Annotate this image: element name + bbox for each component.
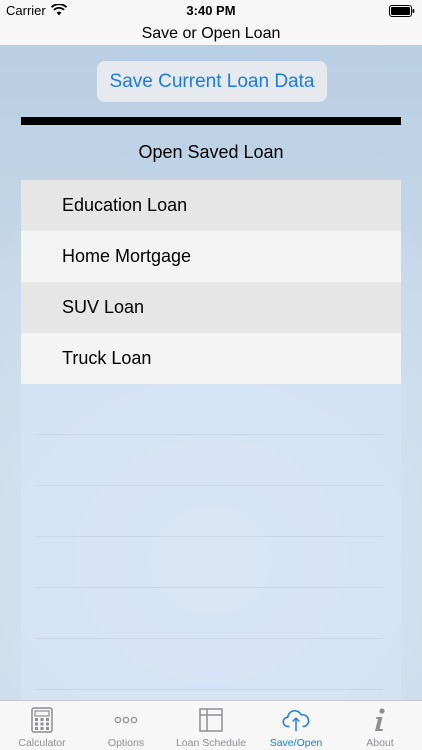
status-bar: Carrier 3:40 PM bbox=[0, 0, 422, 22]
tab-label: Calculator bbox=[18, 737, 66, 749]
list-item-truck-loan[interactable]: Truck Loan bbox=[21, 333, 401, 384]
tab-label: Options bbox=[107, 737, 145, 749]
section-title: Open Saved Loan bbox=[138, 142, 284, 162]
save-current-loan-button[interactable]: Save Current Loan Data bbox=[97, 61, 327, 102]
tab-options[interactable]: Options bbox=[84, 701, 168, 750]
tab-label: Save/Open bbox=[269, 737, 323, 749]
empty-row-separator bbox=[36, 536, 383, 537]
empty-row-separator bbox=[36, 485, 383, 486]
tab-loan-schedule[interactable]: Loan Schedule bbox=[168, 701, 254, 750]
tab-bar: Calculator Options Loan Schedule Save/Op… bbox=[0, 700, 422, 750]
table-icon bbox=[199, 708, 223, 732]
list-item-education-loan[interactable]: Education Loan bbox=[21, 180, 401, 231]
tab-calculator[interactable]: Calculator bbox=[0, 701, 84, 750]
list-item-home-mortgage[interactable]: Home Mortgage bbox=[21, 231, 401, 282]
divider bbox=[21, 117, 401, 125]
list-item-suv-loan[interactable]: SUV Loan bbox=[21, 282, 401, 333]
saved-loans-list[interactable]: Education Loan Home Mortgage SUV Loan Tr… bbox=[21, 180, 401, 700]
tab-save-open[interactable]: Save/Open bbox=[254, 701, 338, 750]
tab-label: Loan Schedule bbox=[175, 737, 247, 749]
status-time: 3:40 PM bbox=[186, 3, 236, 18]
empty-row-separator bbox=[36, 587, 383, 588]
info-icon bbox=[375, 708, 385, 731]
battery-icon bbox=[389, 5, 415, 17]
ellipsis-icon bbox=[114, 716, 138, 724]
tab-label: About bbox=[366, 737, 394, 749]
cloud-upload-icon bbox=[282, 710, 310, 732]
empty-row-separator bbox=[36, 689, 383, 690]
empty-row-separator bbox=[36, 434, 383, 435]
nav-title: Save or Open Loan bbox=[0, 22, 422, 46]
tab-about[interactable]: About bbox=[338, 701, 422, 750]
calculator-icon bbox=[31, 707, 53, 733]
empty-row-separator bbox=[36, 638, 383, 639]
